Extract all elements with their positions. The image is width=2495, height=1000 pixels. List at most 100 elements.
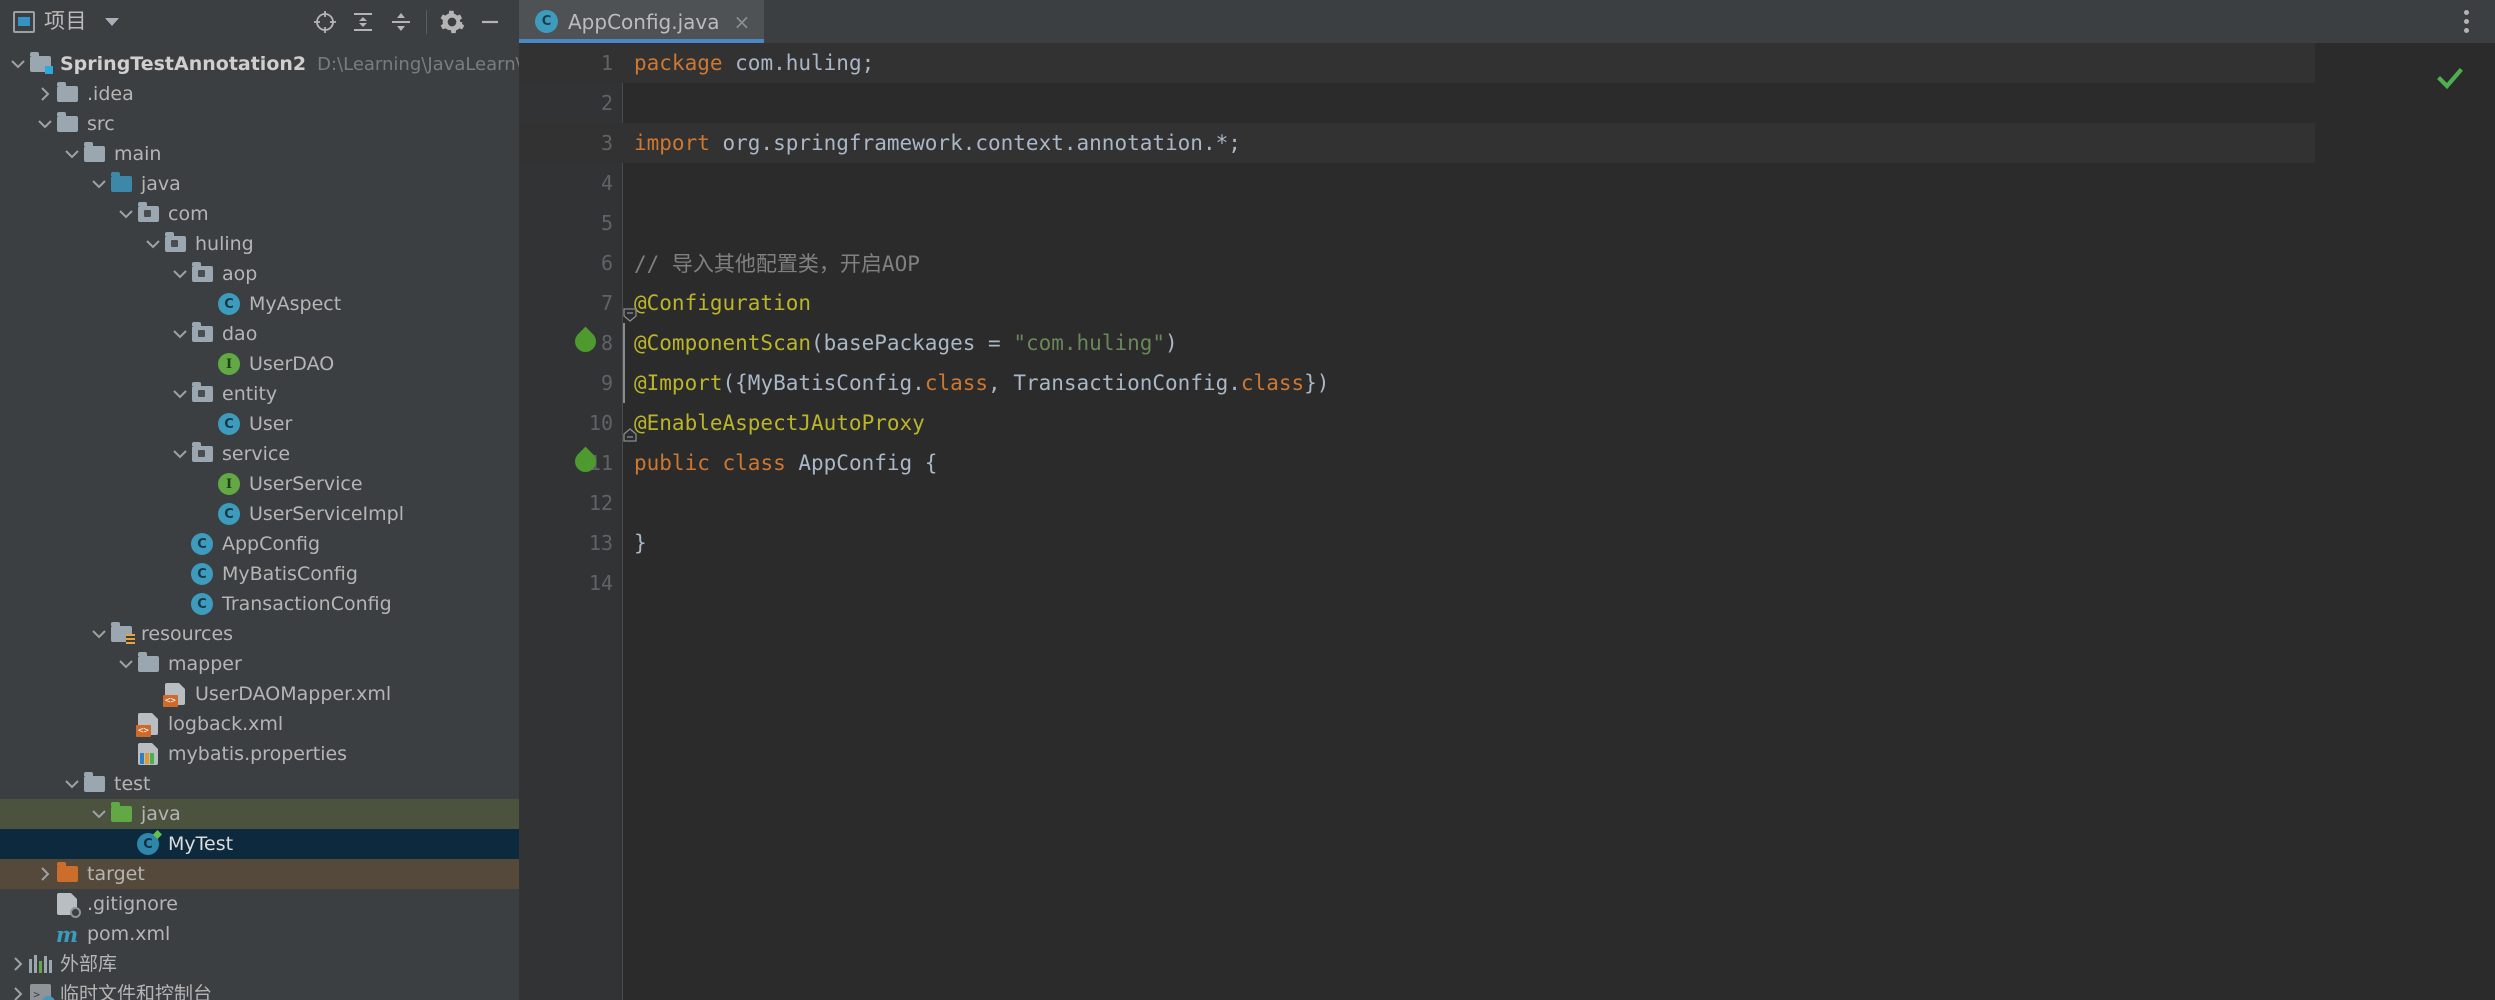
tree-item-mybatisconfig[interactable]: C MyBatisConfig	[0, 559, 519, 589]
code-fold-toggle-icon[interactable]	[623, 423, 637, 442]
chevron-down-icon[interactable]	[170, 259, 190, 289]
code-line-5[interactable]	[623, 203, 2315, 243]
gutter-line-11[interactable]: 11	[519, 443, 623, 483]
hide-tool-window-icon[interactable]	[471, 3, 509, 41]
code-line-14[interactable]	[623, 563, 2315, 603]
code-line-3[interactable]: import org.springframework.context.annot…	[623, 123, 2315, 163]
collapse-all-icon[interactable]	[382, 3, 420, 41]
tree-item-pom-xml[interactable]: m pom.xml	[0, 919, 519, 949]
tab-appconfig-java[interactable]: C AppConfig.java ×	[519, 0, 765, 43]
tree-item-logback-xml[interactable]: logback.xml	[0, 709, 519, 739]
tree-item-transactionconfig[interactable]: C TransactionConfig	[0, 589, 519, 619]
more-options-icon[interactable]	[2456, 2, 2477, 41]
tree-item-resources[interactable]: resources	[0, 619, 519, 649]
tree-item-src[interactable]: src	[0, 109, 519, 139]
code-line-1[interactable]: package com.huling;	[623, 43, 2315, 83]
gutter-line-4[interactable]: 4	[519, 163, 623, 203]
project-window-icon	[13, 10, 35, 33]
tree-item-mybatis-properties[interactable]: mybatis.properties	[0, 739, 519, 769]
tree-item-test[interactable]: test	[0, 769, 519, 799]
tool-window-title: 项目	[44, 9, 87, 33]
expand-all-icon[interactable]	[344, 3, 382, 41]
code-content[interactable]: package com.huling; import org.springfram…	[623, 43, 2315, 1000]
code-line-8[interactable]: @ComponentScan (basePackages = "com.hulin…	[623, 323, 2315, 363]
chevron-down-icon[interactable]	[62, 139, 82, 169]
tree-arrow-spacer	[170, 589, 190, 619]
tree-item-main[interactable]: main	[0, 139, 519, 169]
code-line-7[interactable]: @Configuration	[623, 283, 2315, 323]
code-fold-toggle-icon[interactable]	[623, 303, 637, 322]
inspection-ok-check-icon[interactable]	[2436, 65, 2464, 93]
tree-item-dao[interactable]: dao	[0, 319, 519, 349]
code-line-13[interactable]: }	[623, 523, 2315, 563]
tree-item-mytest[interactable]: C MyTest	[0, 829, 519, 859]
tree-item-service[interactable]: service	[0, 439, 519, 469]
tree-item-myaspect[interactable]: C MyAspect	[0, 289, 519, 319]
select-opened-file-icon[interactable]	[306, 3, 344, 41]
gutter-line-8[interactable]: 8	[519, 323, 623, 363]
gutter-line-13[interactable]: 13	[519, 523, 623, 563]
close-icon[interactable]: ×	[734, 12, 751, 32]
tree-item-entity[interactable]: entity	[0, 379, 519, 409]
chevron-right-icon[interactable]	[35, 859, 55, 889]
chevron-right-icon[interactable]	[8, 949, 28, 979]
spring-bean-icon[interactable]	[570, 446, 601, 477]
code-line-9[interactable]: @Import ({MyBatisConfig. class, Transactio…	[623, 363, 2315, 403]
tree-item-java[interactable]: java	[0, 169, 519, 199]
chevron-down-icon[interactable]	[116, 649, 136, 679]
tree-item-[interactable]: >_ 临时文件和控制台	[0, 979, 519, 1000]
chevron-down-icon[interactable]	[116, 199, 136, 229]
code-line-4[interactable]	[623, 163, 2315, 203]
gutter-line-3[interactable]: 3	[519, 123, 623, 163]
tree-item-gitignore[interactable]: .gitignore	[0, 889, 519, 919]
chevron-down-icon[interactable]	[170, 379, 190, 409]
tree-item-user[interactable]: C User	[0, 409, 519, 439]
code-line-10[interactable]: @EnableAspectJAutoProxy	[623, 403, 2315, 443]
tree-item-appconfig[interactable]: C AppConfig	[0, 529, 519, 559]
chevron-down-icon[interactable]	[35, 109, 55, 139]
chevron-down-icon[interactable]	[143, 229, 163, 259]
tree-item-userservice[interactable]: I UserService	[0, 469, 519, 499]
chevron-down-icon[interactable]	[170, 319, 190, 349]
tree-item-mapper[interactable]: mapper	[0, 649, 519, 679]
code-editor[interactable]: 1 2 3 4 5 6 7 8 9 10 11 12 13 14 package com.huling; i…	[519, 43, 2495, 1000]
tree-item-springtestannotation2[interactable]: SpringTestAnnotation2 D:\Learning\JavaLea…	[0, 49, 519, 79]
chevron-right-icon[interactable]	[35, 79, 55, 109]
gutter-line-1[interactable]: 1	[519, 43, 623, 83]
tree-item-target[interactable]: target	[0, 859, 519, 889]
gutter-line-14[interactable]: 14	[519, 563, 623, 603]
tree-item-com[interactable]: com	[0, 199, 519, 229]
gutter-line-6[interactable]: 6	[519, 243, 623, 283]
chevron-down-icon[interactable]	[8, 49, 28, 79]
settings-gear-icon[interactable]	[433, 3, 471, 41]
tree-item-userserviceimpl[interactable]: C UserServiceImpl	[0, 499, 519, 529]
gutter-line-5[interactable]: 5	[519, 203, 623, 243]
gutter-line-2[interactable]: 2	[519, 83, 623, 123]
code-line-6[interactable]: // 导入其他配置类，开启AOP	[623, 243, 2315, 283]
chevron-right-icon[interactable]	[8, 979, 28, 1000]
tree-item-huling[interactable]: huling	[0, 229, 519, 259]
gutter-line-9[interactable]: 9	[519, 363, 623, 403]
chevron-down-icon[interactable]	[89, 799, 109, 829]
editor-gutter[interactable]: 1 2 3 4 5 6 7 8 9 10 11 12 13 14	[519, 43, 623, 1000]
chevron-down-icon[interactable]	[89, 169, 109, 199]
tree-item-[interactable]: 外部库	[0, 949, 519, 979]
code-line-2[interactable]	[623, 83, 2315, 123]
chevron-down-icon[interactable]	[89, 619, 109, 649]
chevron-down-icon[interactable]	[62, 769, 82, 799]
gutter-line-10[interactable]: 10	[519, 403, 623, 443]
gutter-line-7[interactable]: 7	[519, 283, 623, 323]
tree-item-userdao[interactable]: I UserDAO	[0, 349, 519, 379]
tree-item-idea[interactable]: .idea	[0, 79, 519, 109]
tree-item-userdaomapper-xml[interactable]: UserDAOMapper.xml	[0, 679, 519, 709]
code-line-11[interactable]: public class AppConfig {	[623, 443, 2315, 483]
gutter-line-12[interactable]: 12	[519, 483, 623, 523]
chevron-down-icon[interactable]	[170, 439, 190, 469]
project-tree[interactable]: SpringTestAnnotation2 D:\Learning\JavaLea…	[0, 43, 519, 1000]
java-interface-icon: I	[217, 472, 241, 496]
spring-bean-icon[interactable]	[570, 326, 601, 357]
code-line-12[interactable]	[623, 483, 2315, 523]
tree-item-aop[interactable]: aop	[0, 259, 519, 289]
chevron-down-icon[interactable]	[105, 17, 119, 26]
tree-item-java[interactable]: java	[0, 799, 519, 829]
